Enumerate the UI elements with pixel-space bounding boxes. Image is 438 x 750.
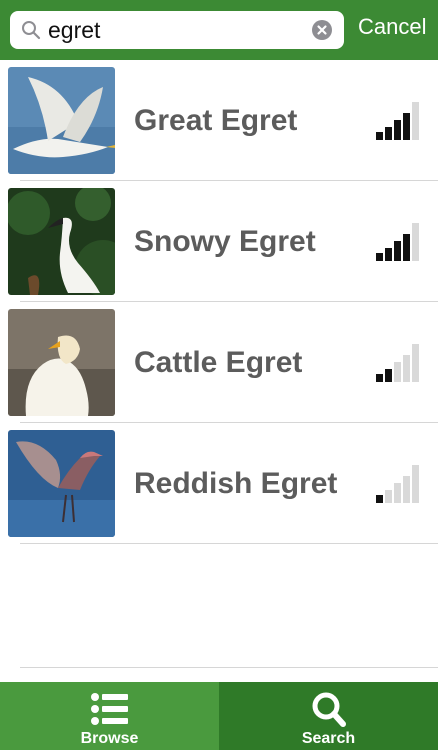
list-end-divider bbox=[20, 667, 438, 668]
search-icon bbox=[22, 21, 41, 40]
abundance-bar bbox=[394, 241, 401, 261]
abundance-bar bbox=[403, 355, 410, 382]
tab-browse-label: Browse bbox=[80, 730, 139, 747]
snowy-egret-photo bbox=[8, 188, 115, 295]
search-field[interactable] bbox=[10, 11, 344, 49]
clear-search-icon[interactable] bbox=[312, 20, 332, 40]
bird-name: Cattle Egret bbox=[134, 346, 303, 379]
tab-browse[interactable]: Browse bbox=[0, 682, 219, 750]
abundance-bar bbox=[394, 483, 401, 503]
abundance-bar bbox=[376, 132, 383, 140]
abundance-indicator bbox=[376, 463, 422, 503]
result-row-snowy-egret[interactable]: Snowy Egret bbox=[0, 181, 438, 302]
abundance-bar bbox=[385, 127, 392, 140]
reddish-egret-photo bbox=[8, 430, 115, 537]
result-row-cattle-egret[interactable]: Cattle Egret bbox=[0, 302, 438, 423]
abundance-bar bbox=[376, 374, 383, 382]
cancel-button[interactable]: Cancel bbox=[358, 14, 426, 40]
tab-search-label: Search bbox=[301, 730, 356, 747]
tab-bar: Browse Search bbox=[0, 682, 438, 750]
abundance-indicator bbox=[376, 221, 422, 261]
search-icon bbox=[312, 692, 346, 727]
abundance-bar bbox=[412, 223, 419, 261]
tab-search[interactable]: Search bbox=[219, 682, 438, 750]
abundance-indicator bbox=[376, 342, 422, 382]
abundance-bar bbox=[412, 465, 419, 503]
row-divider bbox=[20, 543, 438, 544]
great-egret-photo bbox=[8, 67, 115, 174]
list-icon bbox=[91, 693, 128, 725]
abundance-bar bbox=[403, 113, 410, 140]
abundance-bar bbox=[376, 253, 383, 261]
cattle-egret-photo bbox=[8, 309, 115, 416]
search-results-list: Great Egret Snowy Egret Cattle Egret Red… bbox=[0, 60, 438, 544]
abundance-indicator bbox=[376, 100, 422, 140]
abundance-bar bbox=[376, 495, 383, 503]
bird-name: Great Egret bbox=[134, 104, 298, 137]
abundance-bar bbox=[394, 362, 401, 382]
abundance-bar bbox=[403, 476, 410, 503]
abundance-bar bbox=[403, 234, 410, 261]
bird-name: Reddish Egret bbox=[134, 467, 338, 500]
result-row-great-egret[interactable]: Great Egret bbox=[0, 60, 438, 181]
abundance-bar bbox=[385, 248, 392, 261]
bird-name: Snowy Egret bbox=[134, 225, 316, 258]
abundance-bar bbox=[394, 120, 401, 140]
result-row-reddish-egret[interactable]: Reddish Egret bbox=[0, 423, 438, 544]
abundance-bar bbox=[385, 490, 392, 503]
abundance-bar bbox=[412, 344, 419, 382]
abundance-bar bbox=[385, 369, 392, 382]
top-bar: Cancel bbox=[0, 0, 438, 60]
search-input[interactable] bbox=[48, 15, 310, 45]
abundance-bar bbox=[412, 102, 419, 140]
